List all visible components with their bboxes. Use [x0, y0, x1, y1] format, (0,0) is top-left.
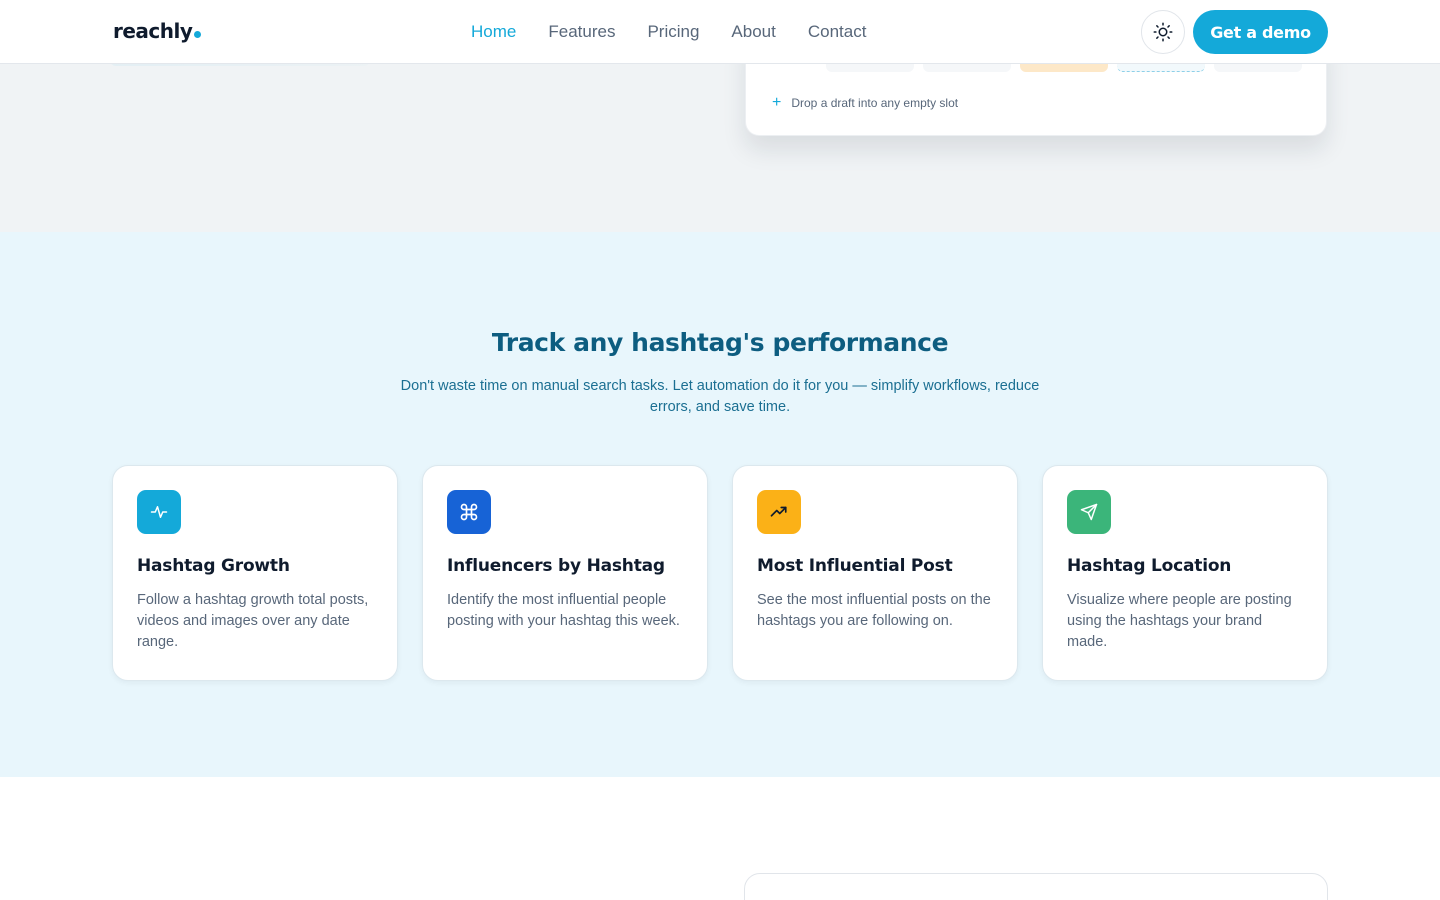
card-description: See the most influential posts on the ha…	[757, 592, 991, 629]
next-section-card	[744, 873, 1328, 900]
hero-section-tail: + Drop a draft into any empty slot	[0, 34, 1440, 232]
feature-cards: Hashtag Growth Follow a hashtag growth t…	[112, 465, 1328, 681]
nav-about[interactable]: About	[731, 22, 775, 42]
feature-card[interactable]: Hashtag Location Visualize where people …	[1042, 465, 1328, 681]
card-title: Most Influential Post	[757, 556, 953, 576]
logo-dot	[194, 31, 202, 38]
card-title: Influencers by Hashtag	[447, 556, 665, 576]
command-icon	[447, 490, 491, 534]
theme-toggle-button[interactable]	[1141, 10, 1185, 54]
send-icon	[1067, 490, 1111, 534]
nav-home[interactable]: Home	[471, 22, 516, 42]
nav-contact[interactable]: Contact	[808, 22, 867, 42]
logo[interactable]: reachly	[113, 19, 202, 43]
sun-icon	[1153, 22, 1173, 42]
nav-features[interactable]: Features	[548, 22, 615, 42]
feature-card[interactable]: Influencers by Hashtag Identify the most…	[422, 465, 708, 681]
drop-hint-text: Drop a draft into any empty slot	[791, 96, 959, 110]
card-title: Hashtag Location	[1067, 556, 1232, 576]
card-description: Visualize where people are posting using…	[1067, 592, 1292, 650]
get-demo-button[interactable]: Get a demo	[1193, 10, 1328, 54]
nav-pricing[interactable]: Pricing	[647, 22, 699, 42]
activity-icon	[137, 490, 181, 534]
plus-icon: +	[772, 94, 782, 111]
drop-hint: + Drop a draft into any empty slot	[772, 94, 959, 111]
feature-card[interactable]: Hashtag Growth Follow a hashtag growth t…	[112, 465, 398, 681]
feature-card[interactable]: Most Influential Post See the most influ…	[732, 465, 1018, 681]
hashtag-section: Track any hashtag's performance Don't wa…	[0, 232, 1440, 777]
site-header: reachly Home Features Pricing About Cont…	[0, 0, 1440, 64]
section-title: Track any hashtag's performance	[491, 328, 949, 357]
card-title: Hashtag Growth	[137, 556, 290, 576]
card-description: Identify the most influential people pos…	[447, 592, 680, 629]
section-subtitle: Don't waste time on manual search tasks.…	[400, 378, 1040, 415]
trending-up-icon	[757, 490, 801, 534]
card-description: Follow a hashtag growth total posts, vid…	[137, 592, 369, 650]
main-nav: Home Features Pricing About Contact	[471, 22, 866, 42]
